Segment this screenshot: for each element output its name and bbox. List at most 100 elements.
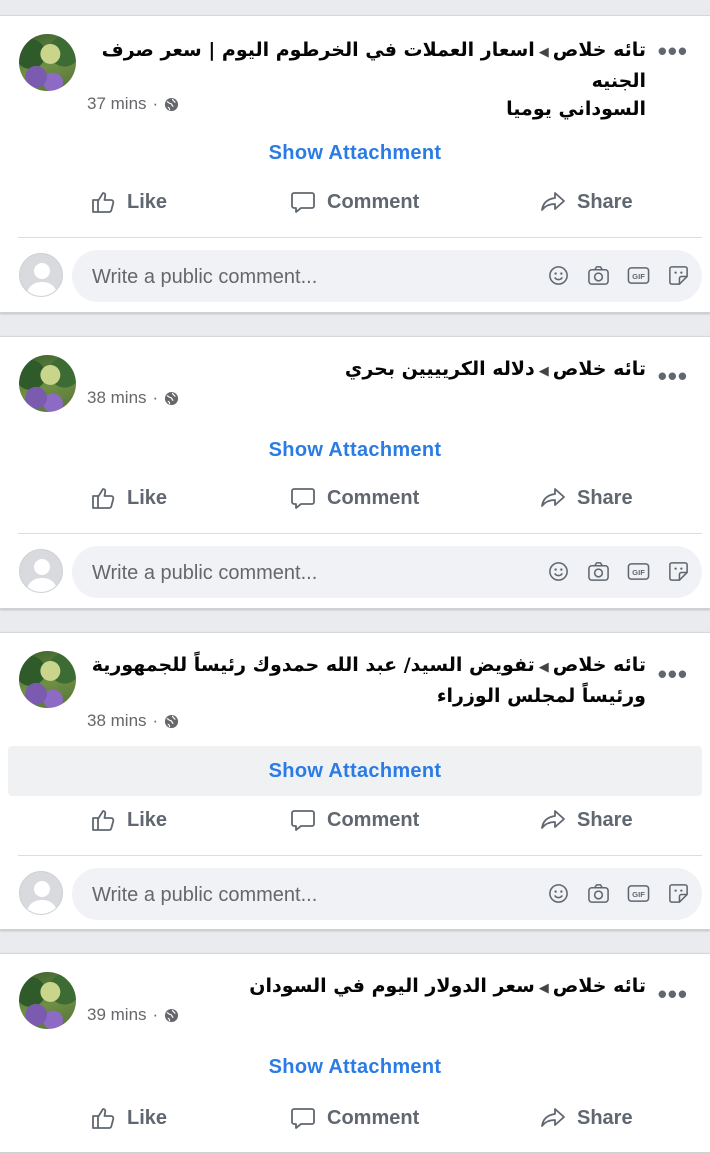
thumbs-up-icon — [92, 488, 115, 509]
comment-label: Comment — [327, 190, 420, 213]
thumbs-up-icon — [92, 810, 115, 831]
avatar[interactable] — [19, 972, 76, 1029]
more-dots-icon[interactable]: ••• — [658, 363, 688, 389]
author-name[interactable]: تائه خلاص — [553, 654, 646, 676]
emoji-icon[interactable] — [547, 560, 570, 583]
timestamp[interactable]: 37 mins — [87, 94, 147, 114]
like-button[interactable]: Like — [89, 1104, 167, 1132]
post-card: تائه خلاص ◀سعر الدولار اليوم في السودان 3… — [0, 953, 710, 1153]
svg-text:GIF: GIF — [632, 272, 645, 281]
post-card: تائه خلاص◀اسعار العملات في الخرطوم اليوم… — [0, 15, 710, 313]
speech-bubble-icon — [291, 810, 315, 831]
camera-icon[interactable] — [587, 264, 610, 287]
share-button[interactable]: Share — [539, 806, 633, 834]
post-meta: 38 mins · — [87, 711, 179, 731]
comment-button[interactable]: Comment — [289, 188, 419, 216]
post-text: دلاله الكريييين بحري — [344, 358, 535, 380]
like-button[interactable]: Like — [89, 806, 167, 834]
comment-box: GIF — [72, 868, 702, 922]
author-name[interactable]: تائه خلاص — [553, 39, 646, 61]
share-arrow-icon — [541, 488, 565, 507]
post-actions: Like Comment Share — [0, 188, 710, 228]
comment-button[interactable]: Comment — [289, 806, 419, 834]
timestamp[interactable]: 39 mins — [87, 1005, 147, 1025]
timestamp[interactable]: 38 mins — [87, 388, 147, 408]
like-label: Like — [127, 486, 168, 509]
like-button[interactable]: Like — [89, 484, 167, 512]
post-header: تائه خلاص ◀دلاله الكريييين بحري — [86, 355, 646, 386]
post-actions: Like Comment Share — [0, 484, 710, 524]
camera-icon[interactable] — [587, 560, 610, 583]
author-name[interactable]: تائه خلاص — [553, 358, 646, 380]
divider — [18, 533, 702, 534]
share-label: Share — [577, 1106, 633, 1129]
author-name[interactable]: تائه خلاص — [553, 975, 646, 997]
globe-icon — [165, 97, 179, 111]
post-actions: Like Comment Share — [0, 806, 710, 846]
more-dots-icon[interactable]: ••• — [658, 981, 688, 1007]
comment-button[interactable]: Comment — [289, 1104, 419, 1132]
thumbs-up-icon — [92, 192, 115, 213]
like-label: Like — [127, 190, 168, 213]
share-label: Share — [577, 808, 633, 831]
post-text-cont: ورئيساً لمجلس الوزراء — [436, 685, 646, 707]
speech-bubble-icon — [291, 488, 315, 509]
emoji-icon[interactable] — [547, 882, 570, 905]
post-meta: 37 mins · — [87, 94, 179, 114]
svg-text:GIF: GIF — [632, 568, 645, 577]
comment-tools: GIF — [547, 264, 690, 287]
like-button[interactable]: Like — [89, 188, 167, 216]
sticker-icon[interactable] — [667, 560, 690, 583]
globe-icon — [165, 714, 179, 728]
comment-button[interactable]: Comment — [289, 484, 419, 512]
post-text-cont: السوداني يوميا — [506, 98, 646, 120]
emoji-icon[interactable] — [547, 264, 570, 287]
sticker-icon[interactable] — [667, 264, 690, 287]
show-attachment-link[interactable]: Show Attachment — [0, 1056, 710, 1079]
post-text: سعر الدولار اليوم في السودان — [249, 975, 535, 997]
share-arrow-icon — [541, 1108, 565, 1127]
like-label: Like — [127, 808, 168, 831]
avatar[interactable] — [19, 355, 76, 412]
thumbs-up-icon — [92, 1108, 115, 1129]
comment-box: GIF — [72, 250, 702, 304]
sticker-icon[interactable] — [667, 882, 690, 905]
camera-icon[interactable] — [587, 882, 610, 905]
show-attachment-link[interactable]: Show Attachment — [0, 760, 710, 783]
divider — [18, 237, 702, 238]
globe-icon — [165, 391, 179, 405]
comment-input[interactable] — [90, 868, 514, 922]
show-attachment-link[interactable]: Show Attachment — [0, 439, 710, 462]
more-dots-icon[interactable]: ••• — [658, 661, 688, 687]
avatar[interactable] — [19, 34, 76, 91]
arrow-icon: ◀ — [538, 45, 549, 60]
speech-bubble-icon — [291, 192, 315, 213]
share-button[interactable]: Share — [539, 188, 633, 216]
share-button[interactable]: Share — [539, 484, 633, 512]
comment-tools: GIF — [547, 560, 690, 583]
comment-composer: GIF — [0, 868, 710, 922]
comment-input[interactable] — [90, 250, 514, 304]
divider — [18, 855, 702, 856]
comment-label: Comment — [327, 486, 420, 509]
share-label: Share — [577, 486, 633, 509]
post-meta: 39 mins · — [87, 1005, 179, 1025]
show-attachment-link[interactable]: Show Attachment — [0, 142, 710, 165]
share-label: Share — [577, 190, 633, 213]
arrow-icon: ◀ — [538, 364, 549, 379]
comment-box: GIF — [72, 546, 702, 600]
arrow-icon: ◀ — [538, 660, 549, 675]
share-button[interactable]: Share — [539, 1104, 633, 1132]
comment-input[interactable] — [90, 546, 514, 600]
post-card: تائه خلاص◀دلاله الكريييين بحري 38 mins · … — [0, 336, 710, 609]
arrow-icon: ◀ — [538, 981, 549, 996]
post-card: تائه خلاص ◀تفويض السيد/ عبد الله حمدوك رئ… — [0, 632, 710, 930]
comment-composer: GIF — [0, 546, 710, 600]
gif-icon[interactable]: GIF — [627, 264, 650, 287]
gif-icon[interactable]: GIF — [627, 560, 650, 583]
avatar[interactable] — [19, 651, 76, 708]
timestamp[interactable]: 38 mins — [87, 711, 147, 731]
gif-icon[interactable]: GIF — [627, 882, 650, 905]
more-dots-icon[interactable]: ••• — [658, 38, 688, 64]
comment-tools: GIF — [547, 882, 690, 905]
